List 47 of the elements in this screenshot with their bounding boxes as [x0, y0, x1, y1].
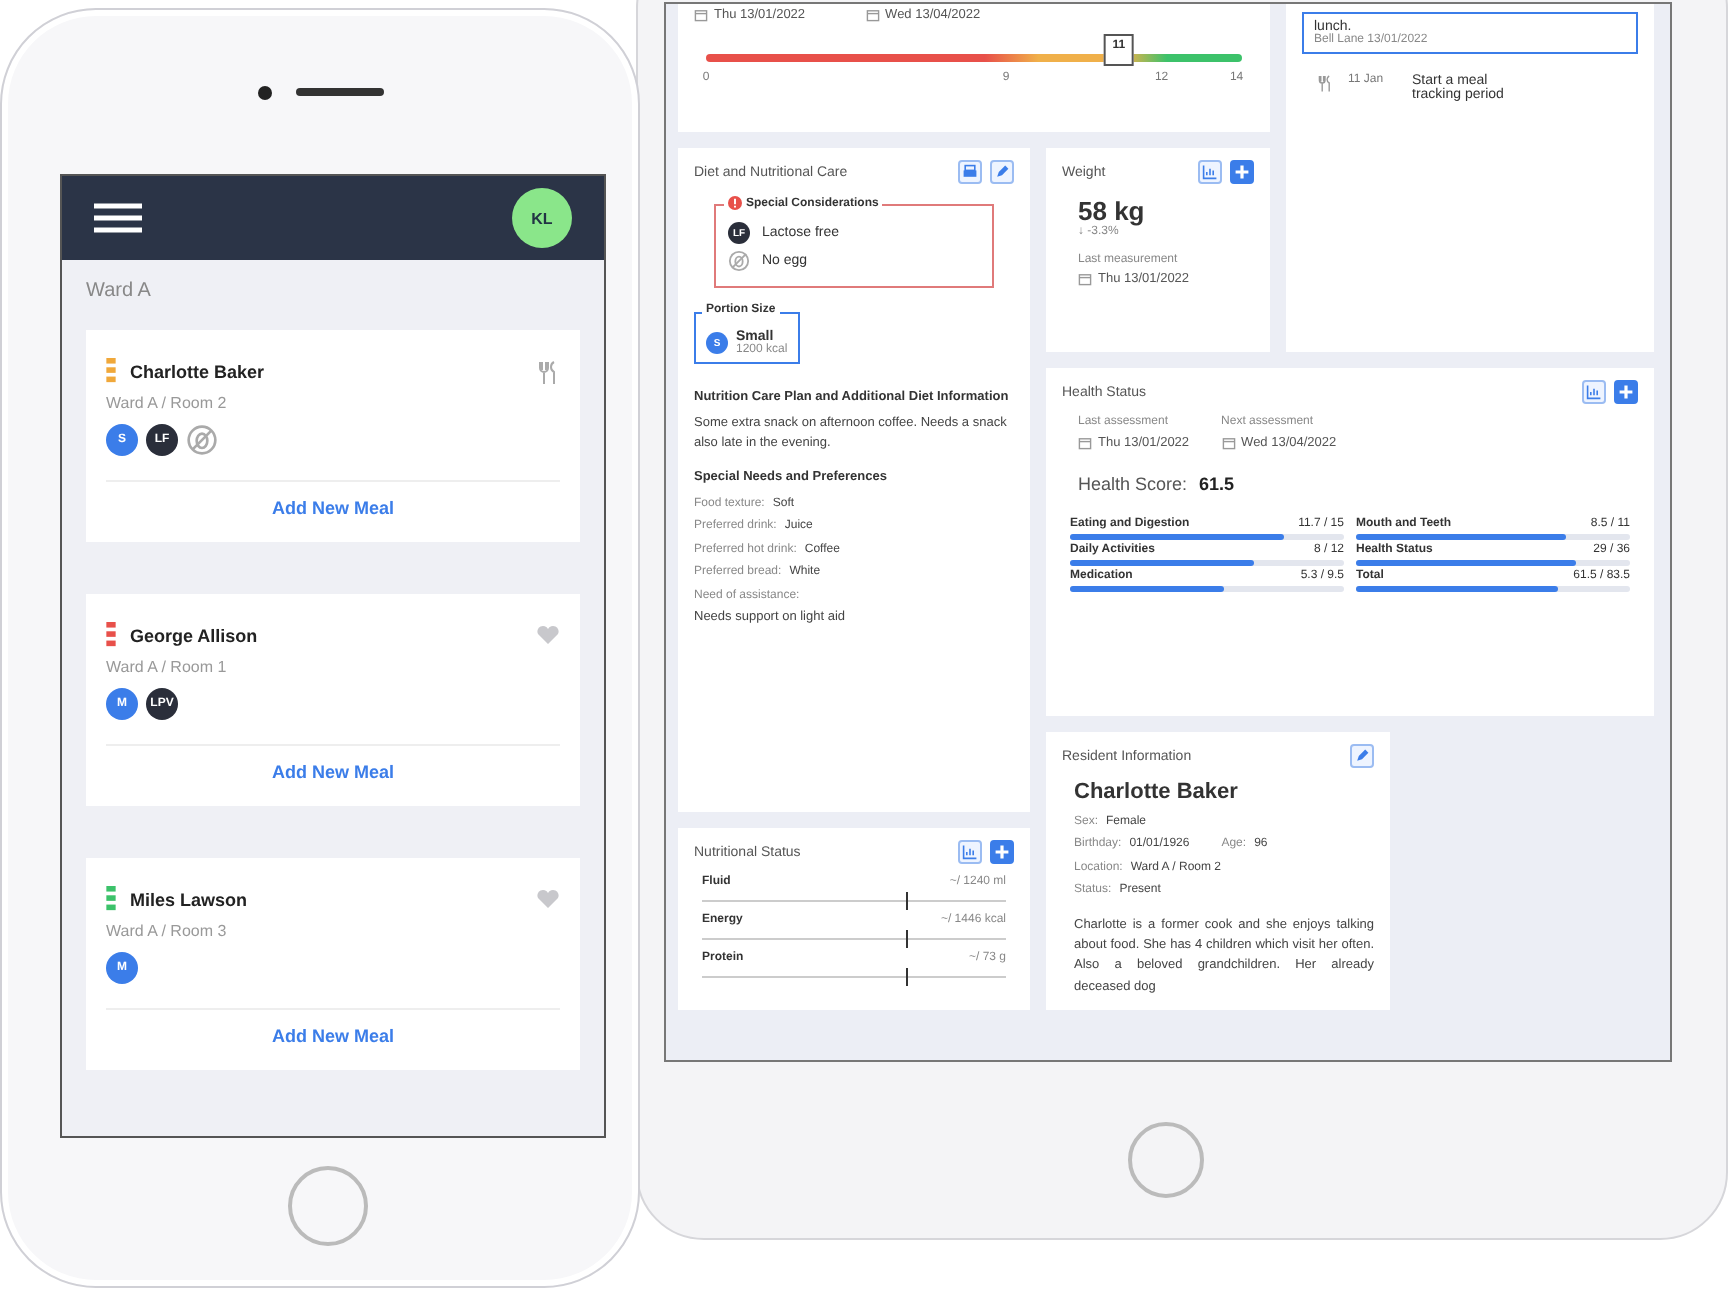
- edit-button[interactable]: [1350, 744, 1374, 768]
- camera-icon: [257, 85, 271, 99]
- printer-icon: [962, 164, 978, 180]
- calendar-icon: [865, 8, 880, 22]
- user-avatar[interactable]: KL: [512, 188, 572, 248]
- no-egg-icon: [728, 250, 750, 272]
- add-meal-link[interactable]: Add New Meal: [271, 1026, 394, 1046]
- plus-icon: [994, 844, 1010, 860]
- calendar-icon: [1078, 272, 1092, 286]
- add-button[interactable]: [1230, 160, 1254, 184]
- heart-icon: [536, 887, 560, 911]
- pencil-icon: [1354, 748, 1370, 764]
- weight-value: 58 kg: [1078, 196, 1147, 226]
- calendar-icon: [694, 8, 708, 22]
- score-value: 61.5: [1199, 474, 1235, 494]
- plus-icon: [1618, 384, 1634, 400]
- speaker-icon: [295, 88, 383, 96]
- heart-icon: [536, 623, 560, 647]
- cutlery-icon: [1318, 74, 1332, 92]
- room-text: Ward A / Room 3: [106, 922, 229, 940]
- add-button[interactable]: [990, 840, 1014, 864]
- pencil-icon: [994, 164, 1010, 180]
- chart-button[interactable]: [1198, 160, 1222, 184]
- resident-name: Charlotte Baker: [1074, 780, 1240, 804]
- resident-name: Charlotte Baker: [130, 361, 267, 381]
- calendar-icon: [1221, 436, 1236, 450]
- menu-icon[interactable]: [94, 202, 142, 234]
- chart-button[interactable]: [1582, 380, 1606, 404]
- resident-name: George Allison: [130, 625, 260, 645]
- plus-icon: [1234, 164, 1250, 180]
- bar-chart-icon: [1202, 164, 1218, 180]
- add-meal-link[interactable]: Add New Meal: [271, 762, 394, 782]
- bar-chart-icon: [962, 844, 978, 860]
- room-text: Ward A / Room 2: [106, 394, 229, 412]
- no-egg-icon: [186, 424, 218, 456]
- bar-chart-icon: [1586, 384, 1602, 400]
- edit-button[interactable]: [990, 160, 1014, 184]
- ward-heading: Ward A: [86, 280, 153, 302]
- room-text: Ward A / Room 1: [106, 658, 229, 676]
- chart-button[interactable]: [958, 840, 982, 864]
- add-button[interactable]: [1614, 380, 1638, 404]
- calendar-icon: [1078, 436, 1092, 450]
- cutlery-icon: [536, 359, 560, 383]
- resident-name: Miles Lawson: [130, 889, 250, 909]
- add-meal-link[interactable]: Add New Meal: [271, 498, 394, 518]
- score-label: Health Score:: [1078, 474, 1188, 494]
- print-button[interactable]: [958, 160, 982, 184]
